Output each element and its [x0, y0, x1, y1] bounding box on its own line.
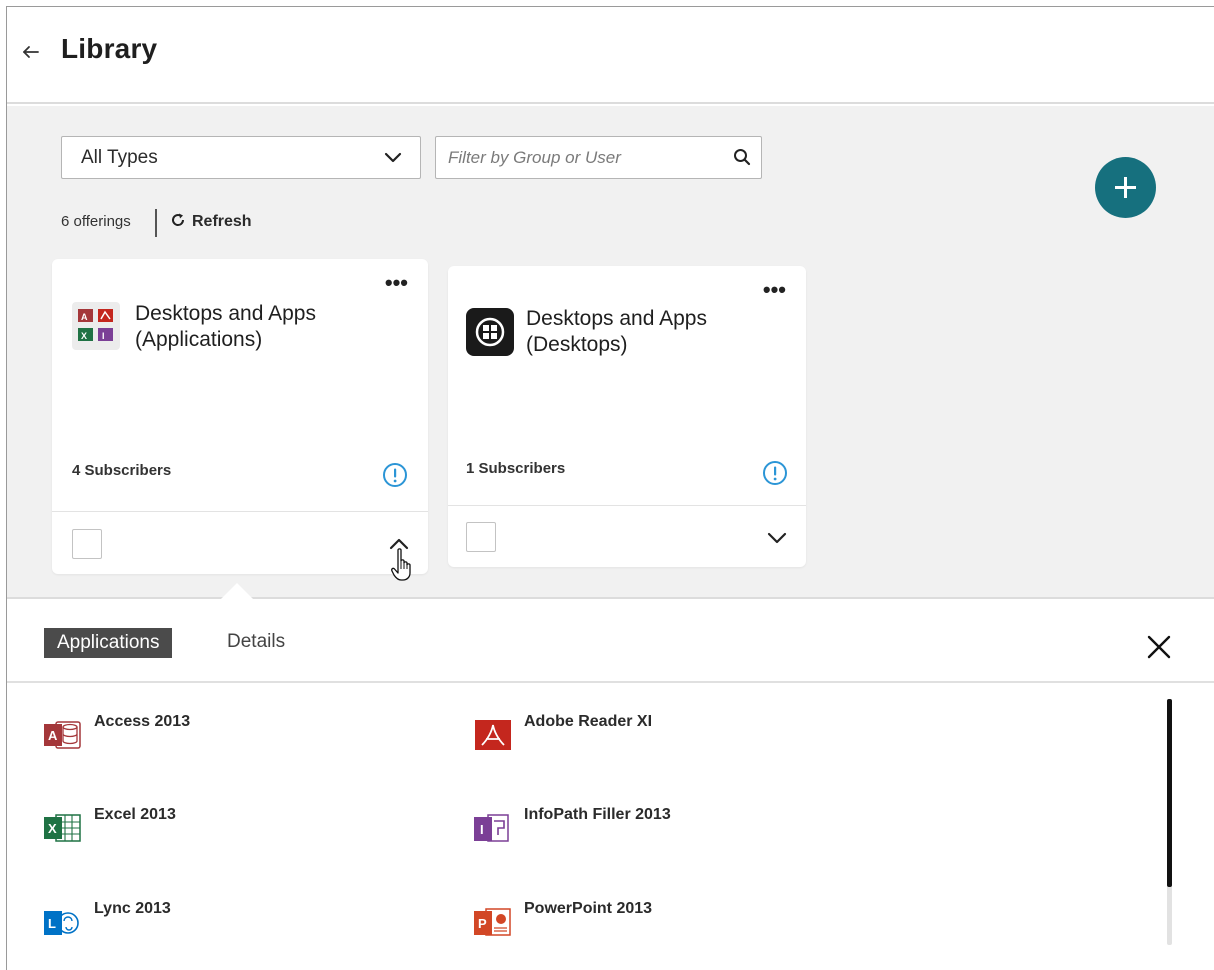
add-offering-button[interactable]	[1095, 157, 1156, 218]
info-icon[interactable]	[762, 460, 788, 486]
refresh-icon	[172, 213, 185, 226]
panel-divider	[7, 681, 1214, 683]
app-item-excel[interactable]: X Excel 2013	[44, 806, 344, 846]
svg-text:I: I	[102, 331, 105, 341]
app-name: Adobe Reader XI	[524, 713, 653, 730]
tab-applications[interactable]: Applications	[44, 628, 173, 658]
select-checkbox[interactable]	[72, 529, 102, 559]
close-icon[interactable]	[1146, 634, 1172, 660]
expand-pointer	[221, 583, 253, 599]
office-apps-icon: A X I	[72, 302, 120, 350]
app-window: Library All Types 6 offerings	[6, 6, 1214, 970]
svg-text:X: X	[81, 331, 87, 341]
refresh-button[interactable]: Refresh	[170, 212, 252, 231]
scrollbar-thumb[interactable]	[1167, 699, 1172, 887]
chevron-down-icon	[384, 152, 402, 163]
app-name: Access 2013	[94, 713, 191, 730]
powerpoint-icon: P	[474, 908, 511, 936]
library-workspace: All Types 6 offerings Refresh	[7, 106, 1214, 599]
search-icon[interactable]	[733, 148, 751, 166]
app-item-access[interactable]: A Access 2013	[44, 713, 344, 753]
chevron-down-icon[interactable]	[766, 531, 788, 545]
tab-details[interactable]: Details	[227, 631, 285, 653]
excel-icon: X	[44, 814, 81, 842]
card-title-line1: Desktops and Apps	[526, 307, 707, 330]
app-name: PowerPoint 2013	[524, 900, 653, 917]
more-options-icon[interactable]: •••	[763, 279, 786, 301]
back-arrow-icon[interactable]	[21, 41, 43, 63]
app-item-powerpoint[interactable]: P PowerPoint 2013	[474, 900, 774, 940]
access-icon: A	[44, 721, 81, 749]
card-divider	[52, 511, 428, 512]
select-checkbox[interactable]	[466, 522, 496, 552]
type-filter-select[interactable]: All Types	[61, 136, 421, 179]
page-header: Library	[7, 7, 1214, 104]
app-item-lync[interactable]: L Lync 2013	[44, 900, 344, 940]
info-icon[interactable]	[382, 462, 408, 488]
lync-icon: L	[44, 911, 79, 935]
more-options-icon[interactable]: •••	[385, 272, 408, 294]
card-title-line2: (Desktops)	[526, 333, 628, 356]
offering-card-desktops[interactable]: ••• Desktops and Apps (Desktops) 1 Subsc…	[448, 266, 806, 567]
app-name: InfoPath Filler 2013	[524, 806, 671, 823]
svg-text:L: L	[48, 916, 56, 931]
svg-text:X: X	[48, 821, 57, 836]
subscribers-count: 1 Subscribers	[466, 460, 566, 477]
group-user-filter	[435, 136, 762, 179]
windows-desktop-icon	[466, 308, 514, 356]
svg-text:I: I	[480, 822, 484, 837]
svg-text:A: A	[48, 728, 58, 743]
svg-text:P: P	[478, 916, 487, 931]
card-title: Desktops and Apps (Applications)	[135, 301, 316, 353]
card-divider	[448, 505, 806, 506]
page-title: Library	[61, 33, 158, 64]
card-title: Desktops and Apps (Desktops)	[526, 306, 707, 358]
app-item-infopath[interactable]: I InfoPath Filler 2013	[474, 806, 774, 846]
adobe-reader-icon	[475, 720, 511, 750]
subscribers-count: 4 Subscribers	[72, 462, 172, 479]
offering-details-panel: Applications Details A Access 2013 Adobe…	[7, 601, 1214, 970]
app-name: Lync 2013	[94, 900, 171, 917]
app-item-adobe-reader[interactable]: Adobe Reader XI	[474, 713, 774, 753]
offerings-count: 6 offerings	[61, 213, 131, 230]
divider	[155, 209, 157, 237]
filter-input[interactable]	[448, 146, 718, 170]
app-name: Excel 2013	[94, 806, 176, 823]
card-title-line2: (Applications)	[135, 328, 263, 351]
card-title-line1: Desktops and Apps	[135, 302, 316, 325]
offering-card-applications[interactable]: ••• A X I Desktops and Apps (Application…	[52, 259, 428, 574]
type-filter-value: All Types	[81, 147, 158, 168]
svg-text:A: A	[81, 312, 88, 322]
infopath-icon: I	[474, 814, 509, 842]
refresh-label: Refresh	[192, 213, 252, 230]
hand-cursor-icon	[391, 548, 411, 581]
